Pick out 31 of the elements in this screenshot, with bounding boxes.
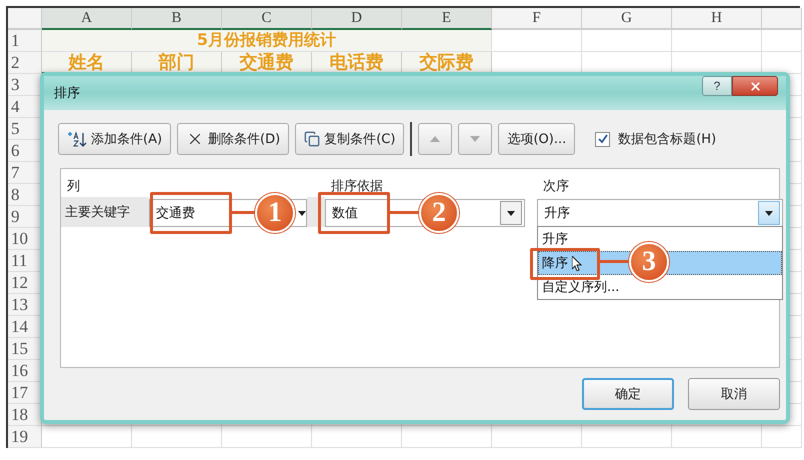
- header-cell: 姓名: [42, 52, 132, 74]
- row-number: 12: [8, 272, 42, 294]
- checkbox-label: 数据包含标题(H): [618, 131, 716, 148]
- header-cell: 交通费: [222, 52, 312, 74]
- row-number: 4: [8, 96, 42, 118]
- row-number: 5: [8, 118, 42, 140]
- header-cell: 部门: [132, 52, 222, 74]
- row-number: 14: [8, 316, 42, 338]
- row-number: 6: [8, 140, 42, 162]
- row-number: 19: [8, 426, 42, 448]
- column-title: 次序: [542, 178, 570, 196]
- row-number: 1: [8, 30, 42, 52]
- row-number: 11: [8, 250, 42, 272]
- header-cell: 电话费: [312, 52, 402, 74]
- row-number: 16: [8, 360, 42, 382]
- header-cell: 交际费: [402, 52, 492, 74]
- window-title: 排序: [54, 85, 80, 102]
- row-number: 10: [8, 228, 42, 250]
- row-number: 18: [8, 404, 42, 426]
- column-title: 列: [66, 178, 81, 196]
- row-number: 17: [8, 382, 42, 404]
- row-number: 15: [8, 338, 42, 360]
- sheet-title-cell: 5月份报销费用统计: [42, 30, 492, 52]
- sort-key-label: 主要关键字: [61, 197, 149, 227]
- column-title: 排序依据: [330, 178, 384, 196]
- row-number: 3: [8, 74, 42, 96]
- row-number: 7: [8, 162, 42, 184]
- row-number: 2: [8, 52, 42, 74]
- row-number: 9: [8, 206, 42, 228]
- row-number: 8: [8, 184, 42, 206]
- row-number: 13: [8, 294, 42, 316]
